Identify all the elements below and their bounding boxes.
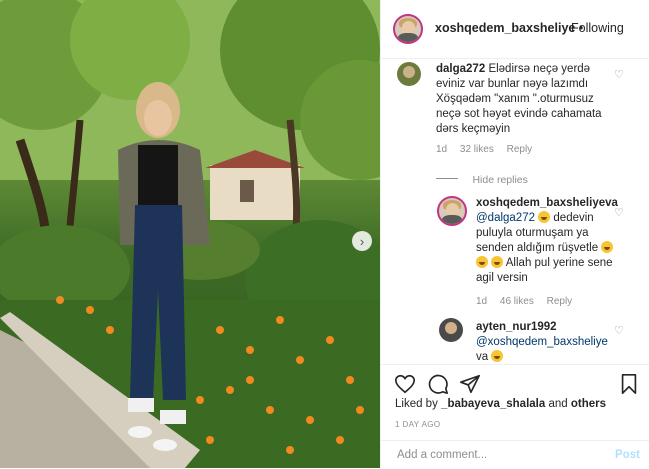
chevron-right-icon: › <box>359 233 365 249</box>
reply-body: xoshqedem_baxsheliyeva @dalga272 dedevin… <box>476 196 618 286</box>
add-comment-input[interactable] <box>395 448 599 462</box>
likes-prefix: Liked by <box>395 398 438 410</box>
reply-body: ayten_nur1992 @xoshqedem_baxsheliye va <box>476 320 614 364</box>
emoji-icon <box>601 241 614 253</box>
next-photo-button[interactable]: › <box>352 231 372 251</box>
reply-likes[interactable]: 46 likes <box>500 296 534 307</box>
likes-others-link[interactable]: others <box>571 398 606 410</box>
like-comment-icon[interactable]: ♡ <box>614 68 624 81</box>
post-side-panel: xoshqedem_baxsheliye • Following dalga27… <box>380 0 649 468</box>
emoji-icon <box>491 256 504 268</box>
comment-time[interactable]: 1d <box>436 144 447 155</box>
reply-mention[interactable]: @dalga272 <box>476 212 535 224</box>
reply-mention[interactable]: @xoshqedem_baxsheliye <box>476 336 608 348</box>
reply-button[interactable]: Reply <box>547 296 573 307</box>
like-reply-icon[interactable]: ♡ <box>614 324 624 337</box>
comment-body: dalga272 Elədirsə neçə yerdə eviniz var … <box>436 62 611 137</box>
reply-author-avatar[interactable] <box>439 318 463 342</box>
post-header: xoshqedem_baxsheliye • Following <box>381 0 649 59</box>
commenter-avatar[interactable] <box>397 62 421 86</box>
comments-list[interactable]: dalga272 Elədirsə neçə yerdə eviniz var … <box>381 58 649 364</box>
reply-meta: 1d 46 likes Reply <box>476 296 582 307</box>
bookmark-icon[interactable] <box>618 373 640 395</box>
reply-username[interactable]: xoshqedem_baxsheliyeva <box>476 197 618 209</box>
comment-username[interactable]: dalga272 <box>436 63 485 75</box>
comment-meta: 1d 32 likes Reply <box>436 144 542 155</box>
replies-divider <box>436 178 458 180</box>
post-comment-button[interactable]: Post <box>615 449 640 461</box>
emoji-icon <box>476 256 488 268</box>
heart-icon[interactable] <box>394 373 416 395</box>
add-comment-bar: Post <box>381 440 649 469</box>
reply-username[interactable]: ayten_nur1992 <box>476 321 557 333</box>
comment-icon[interactable] <box>427 373 449 395</box>
reply-time[interactable]: 1d <box>476 296 487 307</box>
likes-and: and <box>548 398 568 410</box>
author-avatar[interactable] <box>393 14 423 44</box>
reply-button[interactable]: Reply <box>507 144 533 155</box>
hide-replies-toggle[interactable]: Hide replies <box>436 170 528 188</box>
post-timestamp[interactable]: 1 DAY AGO <box>395 420 441 429</box>
share-icon[interactable] <box>459 373 481 395</box>
following-status[interactable]: Following <box>571 21 624 35</box>
emoji-icon <box>538 211 551 223</box>
reply-author-avatar[interactable] <box>437 196 467 226</box>
likes-summary: Liked by _babayeva_shalala and others <box>395 398 606 410</box>
emoji-icon <box>491 350 504 362</box>
liked-by-user[interactable]: _babayeva_shalala <box>441 398 545 410</box>
like-reply-icon[interactable]: ♡ <box>614 206 624 219</box>
garden-photo-illustration <box>0 0 380 468</box>
comment-likes[interactable]: 32 likes <box>460 144 494 155</box>
author-username[interactable]: xoshqedem_baxsheliye <box>435 21 575 35</box>
reply-text: va <box>476 351 489 363</box>
post-photo[interactable]: › <box>0 0 380 468</box>
hide-replies-label[interactable]: Hide replies <box>472 174 527 186</box>
